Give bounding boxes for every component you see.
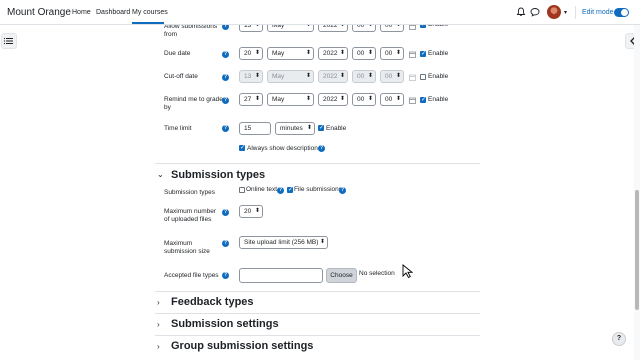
due-minute-select[interactable]: 00 xyxy=(380,47,404,60)
cutoff-minute-select: 00 xyxy=(380,70,404,83)
chevron-right-icon[interactable]: › xyxy=(157,342,160,351)
remind-grade-label: Remind me to grade by xyxy=(164,96,223,111)
remind-enable-label: Enable xyxy=(428,96,449,103)
remind-year-select[interactable]: 2022 xyxy=(318,93,348,106)
site-brand[interactable]: Mount Orange xyxy=(7,7,71,18)
help-time-limit-icon[interactable]: ? xyxy=(222,125,229,132)
nav-my-courses[interactable]: My courses xyxy=(132,9,168,16)
help-accepted-file-types-icon[interactable]: ? xyxy=(222,272,229,279)
cutoff-year-select: 2022 xyxy=(318,70,348,83)
due-hour-select[interactable]: 00 xyxy=(352,47,376,60)
accepted-file-types-input[interactable] xyxy=(239,268,323,283)
nav-dashboard[interactable]: Dashboard xyxy=(96,9,130,16)
navbar-divider xyxy=(575,6,576,19)
open-course-index-button[interactable] xyxy=(1,33,17,49)
section-divider xyxy=(155,335,480,336)
help-due-date-icon[interactable]: ? xyxy=(222,51,229,58)
help-file-submissions-icon[interactable]: ? xyxy=(339,187,346,194)
time-limit-enable-checkbox[interactable] xyxy=(318,124,324,131)
due-enable-checkbox[interactable] xyxy=(420,50,426,57)
help-max-size-icon[interactable]: ? xyxy=(222,240,229,247)
bell-icon[interactable] xyxy=(516,7,526,17)
allow-submissions-label: Allow submissions from xyxy=(164,23,218,38)
due-day-select[interactable]: 20 xyxy=(239,47,263,60)
online-text-label: Online text xyxy=(246,186,278,193)
edit-mode-label: Edit mode xyxy=(582,9,614,16)
edit-mode-toggle[interactable] xyxy=(614,8,629,17)
help-remind-grade-icon[interactable]: ? xyxy=(222,97,229,104)
section-divider xyxy=(155,291,480,292)
max-submission-size-label: Maximum submission size xyxy=(164,240,210,255)
active-nav-indicator xyxy=(132,22,164,24)
time-limit-input[interactable]: 15 xyxy=(239,122,271,135)
time-limit-enable-label: Enable xyxy=(326,125,347,132)
max-files-select[interactable]: 20 xyxy=(239,205,263,218)
remind-enable-checkbox[interactable] xyxy=(420,96,426,103)
time-limit-unit-select[interactable]: minutes xyxy=(275,122,315,135)
time-limit-label: Time limit xyxy=(164,125,192,132)
max-submission-size-select[interactable]: Site upload limit (256 MB) xyxy=(239,236,328,249)
submission-types-label: Submission types xyxy=(164,189,215,196)
scrollbar-thumb[interactable] xyxy=(635,190,639,310)
help-always-show-description-icon[interactable]: ? xyxy=(318,145,325,152)
section-title-feedback-types[interactable]: Feedback types xyxy=(171,296,254,308)
online-text-checkbox[interactable] xyxy=(239,187,245,193)
file-submissions-label: File submissions xyxy=(294,186,343,193)
section-title-submission-types[interactable]: Submission types xyxy=(171,169,265,181)
remind-month-select[interactable]: May xyxy=(267,93,314,106)
accepted-file-types-label: Accepted file types xyxy=(164,272,219,279)
cutoff-date-label: Cut-off date xyxy=(164,73,198,80)
page-scrollbar[interactable] xyxy=(634,25,640,360)
remind-day-select[interactable]: 27 xyxy=(239,93,263,106)
calendar-icon xyxy=(409,74,416,81)
user-avatar[interactable] xyxy=(547,5,561,19)
messages-icon[interactable] xyxy=(530,7,540,17)
cutoff-hour-select: 00 xyxy=(352,70,376,83)
file-submissions-checkbox[interactable] xyxy=(287,186,293,193)
remind-minute-select[interactable]: 00 xyxy=(380,93,404,106)
no-selection-text: No selection xyxy=(359,270,395,277)
help-max-files-icon[interactable]: ? xyxy=(222,209,229,216)
section-divider xyxy=(155,313,480,314)
list-icon xyxy=(3,37,13,45)
cutoff-enable-label: Enable xyxy=(428,73,449,80)
cutoff-day-select: 13 xyxy=(239,70,263,83)
calendar-icon[interactable] xyxy=(409,51,416,58)
chevron-down-icon[interactable]: ⌄ xyxy=(157,170,164,179)
user-menu-caret-icon[interactable]: ▾ xyxy=(564,9,567,16)
always-show-description-checkbox[interactable] xyxy=(239,144,245,151)
footer-help-button[interactable]: ? xyxy=(612,332,626,346)
due-enable-label: Enable xyxy=(428,50,449,57)
calendar-icon[interactable] xyxy=(409,97,416,104)
always-show-description-label: Always show description xyxy=(247,145,318,152)
due-date-label: Due date xyxy=(164,50,191,57)
max-uploaded-files-label: Maximum number of uploaded files xyxy=(164,208,217,223)
nav-home[interactable]: Home xyxy=(72,9,91,16)
choose-file-types-button[interactable]: Choose xyxy=(326,268,357,283)
cutoff-month-select: May xyxy=(267,70,314,83)
chevron-right-icon[interactable]: › xyxy=(157,298,160,307)
help-online-text-icon[interactable]: ? xyxy=(277,187,284,194)
section-title-submission-settings[interactable]: Submission settings xyxy=(171,318,279,330)
due-month-select[interactable]: May xyxy=(267,47,314,60)
cutoff-enable-checkbox[interactable] xyxy=(420,74,426,80)
due-year-select[interactable]: 2022 xyxy=(318,47,348,60)
section-title-group-submission-settings[interactable]: Group submission settings xyxy=(171,340,313,352)
section-divider xyxy=(155,163,480,164)
top-navbar: Mount Orange Home Dashboard My courses ▾… xyxy=(0,0,640,25)
help-cutoff-date-icon[interactable]: ? xyxy=(222,74,229,81)
remind-hour-select[interactable]: 00 xyxy=(352,93,376,106)
chevron-right-icon[interactable]: › xyxy=(157,320,160,329)
mouse-cursor-icon xyxy=(402,264,414,278)
